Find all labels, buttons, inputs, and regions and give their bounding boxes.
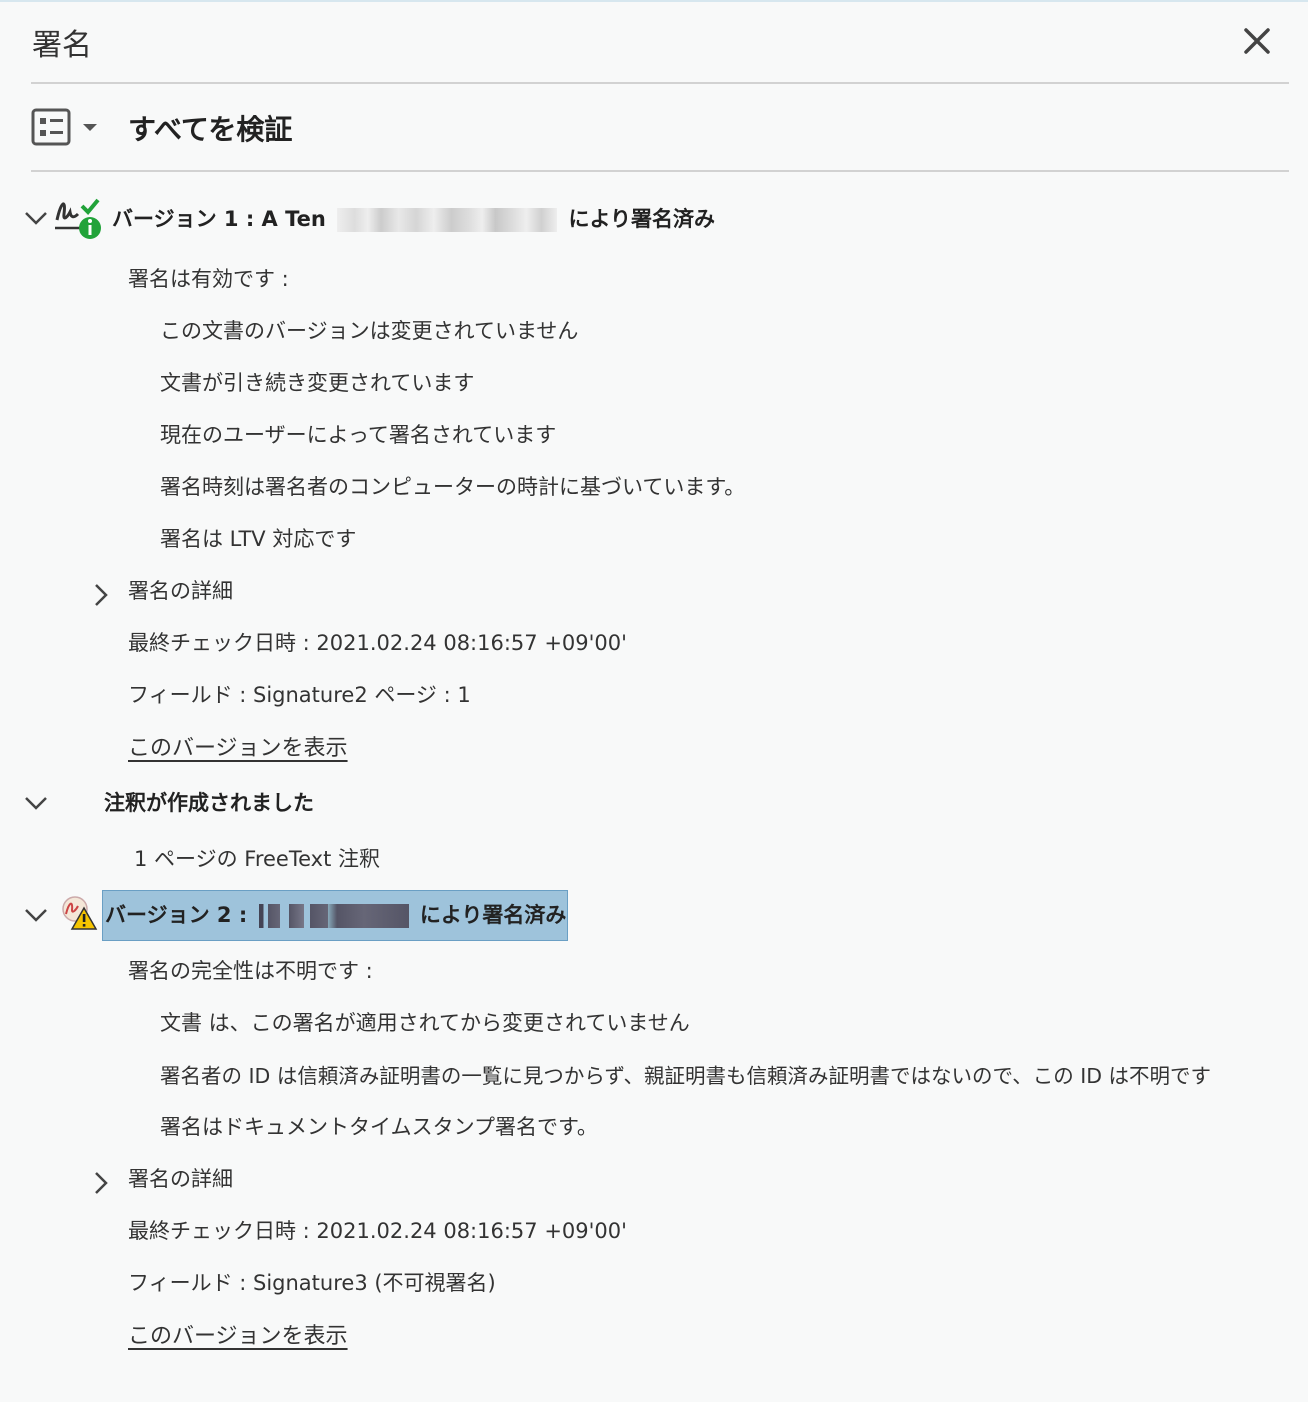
close-icon[interactable] — [1240, 24, 1274, 58]
version2-view-version-link[interactable]: このバージョンを表示 — [128, 1318, 348, 1350]
version1-detail: 現在のユーザーによって署名されています — [160, 423, 557, 447]
version1-signature-details-toggle[interactable]: 署名の詳細 — [128, 575, 233, 605]
toolbar-divider — [31, 170, 1289, 172]
redacted-signer-name — [258, 904, 409, 928]
version2-detail: 文書 は、この署名が適用されてから変更されていません — [160, 1011, 690, 1035]
list-options-icon[interactable] — [31, 108, 103, 148]
version2-field: フィールド : Signature3 (不可視署名) — [128, 1271, 496, 1295]
chevron-right-icon[interactable] — [88, 1170, 114, 1196]
version2-validity-heading: 署名の完全性は不明です : — [128, 959, 373, 983]
version2-header-prefix: バージョン 2 : — [105, 903, 248, 927]
version1-detail: 署名は LTV 対応です — [160, 527, 357, 551]
verify-all-button[interactable]: すべてを検証 — [128, 108, 292, 148]
chevron-down-icon[interactable] — [23, 789, 49, 815]
version2-header-suffix: により署名済み — [419, 903, 567, 927]
panel-title: 署名 — [32, 28, 92, 63]
version1-detail: この文書のバージョンは変更されていません — [160, 319, 579, 343]
annotation-detail: 1 ページの FreeText 注釈 — [134, 847, 381, 871]
version1-detail: 署名時刻は署名者のコンピューターの時計に基づいています。 — [160, 475, 746, 499]
chevron-right-icon[interactable] — [88, 582, 114, 608]
version2-header[interactable]: バージョン 2 : により署名済み — [105, 899, 566, 929]
version2-detail: 署名者の ID は信頼済み証明書の一覧に見つからず、親証明書も信頼済み証明書では… — [160, 1064, 1212, 1088]
version2-detail: 署名はドキュメントタイムスタンプ署名です。 — [160, 1115, 598, 1139]
version1-header-prefix: バージョン 1 : A Ten — [112, 207, 326, 231]
version2-last-checked: 最終チェック日時 : 2021.02.24 08:16:57 +09'00' — [128, 1219, 627, 1243]
chevron-down-icon[interactable] — [23, 204, 49, 230]
header-divider — [31, 82, 1289, 84]
version1-header-suffix: により署名済み — [568, 207, 716, 231]
signature-valid-info-icon — [55, 198, 101, 239]
version1-field: フィールド : Signature2 ページ : 1 — [128, 683, 471, 707]
chevron-down-icon[interactable] — [23, 901, 49, 927]
signature-warning-icon — [62, 896, 98, 930]
top-border — [0, 0, 1308, 2]
version1-header[interactable]: バージョン 1 : A Ten により署名済み — [112, 203, 715, 233]
redacted-signer-name — [337, 208, 558, 232]
version1-detail: 文書が引き続き変更されています — [160, 371, 475, 395]
dropdown-arrow-icon — [83, 124, 97, 131]
annotation-header[interactable]: 注釈が作成されました — [104, 787, 314, 817]
version1-view-version-link[interactable]: このバージョンを表示 — [128, 730, 348, 762]
version2-signature-details-toggle[interactable]: 署名の詳細 — [128, 1163, 233, 1193]
version1-validity-heading: 署名は有効です : — [128, 267, 289, 291]
version1-last-checked: 最終チェック日時 : 2021.02.24 08:16:57 +09'00' — [128, 631, 627, 655]
